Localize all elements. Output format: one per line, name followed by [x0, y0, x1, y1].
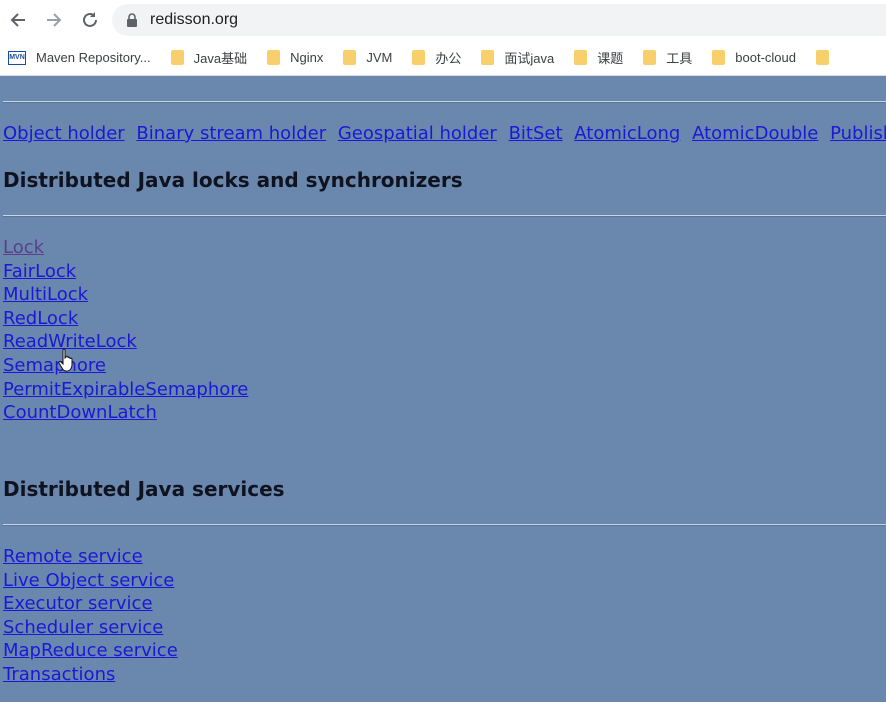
link-bitset[interactable]: BitSet — [509, 123, 563, 144]
folder-icon — [815, 50, 829, 65]
bookmark-label: 课题 — [597, 51, 624, 66]
mvn-icon: MVN — [8, 50, 26, 65]
bookmark-label: Nginx — [290, 50, 324, 65]
link-lock[interactable]: Lock — [3, 236, 44, 260]
bookmark-boot-cloud[interactable]: boot-cloud — [692, 44, 796, 72]
folder-icon — [481, 50, 495, 65]
link-executor-service[interactable]: Executor service — [3, 592, 153, 616]
bookmark-tools[interactable]: 工具 — [623, 44, 692, 72]
link-countdownlatch[interactable]: CountDownLatch — [3, 401, 157, 425]
link-atomiclong[interactable]: AtomicLong — [574, 123, 680, 144]
bookmark-interview-java[interactable]: 面试java — [461, 44, 554, 72]
folder-icon — [170, 50, 184, 65]
bookmarks-bar: MVN Maven Repository... Java基础 Nginx JVM… — [0, 40, 886, 76]
folder-icon — [712, 50, 726, 65]
hand-cursor-icon — [58, 348, 76, 372]
address-bar[interactable]: redisson.org — [112, 4, 886, 36]
bookmark-java-basics[interactable]: Java基础 — [151, 44, 247, 72]
bookmark-label: Maven Repository... — [36, 50, 151, 65]
url-text[interactable]: redisson.org — [150, 11, 238, 29]
services-link-list: Remote service Live Object service Execu… — [3, 545, 178, 687]
folder-icon — [343, 50, 357, 65]
link-multilock[interactable]: MultiLock — [3, 283, 88, 307]
bookmark-office[interactable]: 办公 — [392, 44, 461, 72]
folder-icon — [267, 50, 281, 65]
bookmark-label: Java基础 — [193, 51, 248, 66]
link-scheduler-service[interactable]: Scheduler service — [3, 616, 163, 640]
link-redlock[interactable]: RedLock — [3, 307, 78, 331]
link-permitexpirablesemaphore[interactable]: PermitExpirableSemaphore — [3, 378, 248, 402]
link-transactions[interactable]: Transactions — [3, 663, 115, 687]
browser-toolbar: redisson.org — [0, 0, 886, 40]
locks-link-list: Lock FairLock MultiLock RedLock ReadWrit… — [3, 236, 248, 425]
bookmark-overflow[interactable] — [796, 44, 839, 72]
data-structure-links: Object holder Binary stream holder Geosp… — [3, 123, 886, 144]
bookmark-topics[interactable]: 课题 — [554, 44, 623, 72]
bookmark-maven-repository[interactable]: MVN Maven Repository... — [0, 44, 151, 72]
link-atomicdouble[interactable]: AtomicDouble — [692, 123, 818, 144]
link-binary-stream-holder[interactable]: Binary stream holder — [136, 123, 326, 144]
link-fairlock[interactable]: FairLock — [3, 260, 76, 284]
divider — [3, 524, 886, 526]
forward-arrow-icon[interactable] — [42, 8, 66, 32]
locks-heading: Distributed Java locks and synchronizers — [3, 168, 463, 192]
link-mapreduce-service[interactable]: MapReduce service — [3, 639, 178, 663]
back-arrow-icon[interactable] — [6, 8, 30, 32]
link-semaphore[interactable]: Semaphore — [3, 354, 106, 378]
link-object-holder[interactable]: Object holder — [3, 123, 125, 144]
bookmark-label: 工具 — [666, 51, 693, 66]
bookmark-label: 办公 — [435, 51, 462, 66]
bookmark-jvm[interactable]: JVM — [323, 44, 392, 72]
link-publishsubscribe[interactable]: PublishSubscri — [830, 123, 886, 144]
bookmark-label: JVM — [366, 50, 393, 65]
folder-icon — [574, 50, 588, 65]
bookmark-nginx[interactable]: Nginx — [247, 44, 323, 72]
bookmark-label: boot-cloud — [735, 50, 796, 65]
link-geospatial-holder[interactable]: Geospatial holder — [338, 123, 497, 144]
lock-icon[interactable] — [124, 12, 140, 28]
link-live-object-service[interactable]: Live Object service — [3, 569, 174, 593]
page-content: Object holder Binary stream holder Geosp… — [0, 77, 886, 702]
services-heading: Distributed Java services — [3, 477, 285, 501]
link-remote-service[interactable]: Remote service — [3, 545, 143, 569]
divider — [3, 215, 886, 217]
folder-icon — [412, 50, 426, 65]
folder-icon — [643, 50, 657, 65]
reload-icon[interactable] — [78, 8, 102, 32]
divider — [3, 101, 886, 103]
bookmark-label: 面试java — [504, 51, 555, 66]
